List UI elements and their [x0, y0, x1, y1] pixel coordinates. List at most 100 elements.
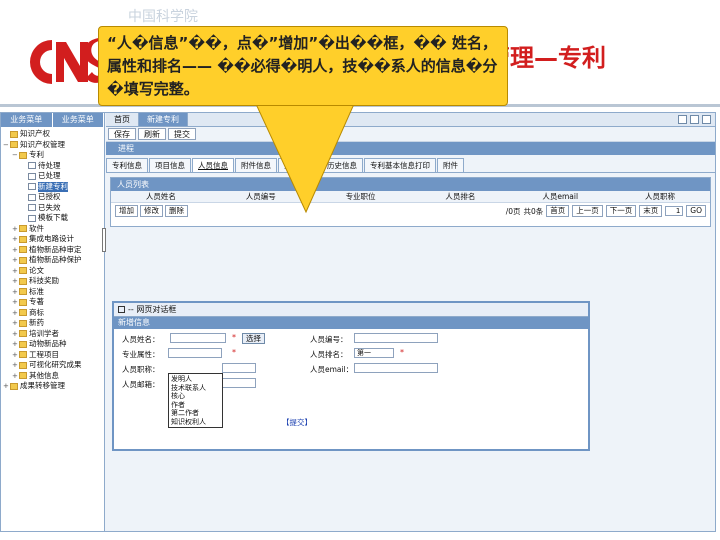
expand-icon[interactable]: + — [12, 245, 19, 256]
number-input[interactable] — [354, 333, 438, 343]
sidebar-item[interactable]: 已处理 — [3, 171, 102, 182]
name-input[interactable] — [170, 333, 226, 343]
submit-button[interactable]: 提交 — [168, 128, 196, 140]
window-icon — [118, 306, 125, 313]
sidebar-item[interactable]: 模板下载 — [3, 213, 102, 224]
title-input[interactable] — [222, 363, 256, 373]
splitter-handle[interactable] — [102, 228, 106, 252]
sidebar-item[interactable]: + 新药 — [3, 318, 102, 329]
restore-icon[interactable] — [690, 115, 699, 124]
sidebar-item[interactable]: + 科技奖励 — [3, 276, 102, 287]
expand-icon[interactable]: + — [12, 255, 19, 266]
sub-tab[interactable]: 人员信息 — [192, 158, 234, 172]
sidebar-item-label: 植物新品种保护 — [29, 255, 82, 264]
sidebar-item[interactable]: + 培训学者 — [3, 329, 102, 340]
sidebar-item[interactable]: 新建专利 — [3, 181, 102, 192]
email-label: 人员email： — [310, 365, 354, 374]
select-button[interactable]: 选择 — [242, 333, 265, 344]
edit-button[interactable]: 修改 — [140, 205, 163, 217]
close-icon[interactable] — [702, 115, 711, 124]
sidebar-item[interactable]: 已授权 — [3, 192, 102, 203]
sidebar-item-label: 软件 — [29, 223, 44, 233]
refresh-button[interactable]: 刷新 — [138, 128, 166, 140]
sidebar-item[interactable]: − 专利 — [3, 150, 102, 161]
go-button[interactable]: GO — [686, 205, 706, 217]
save-button[interactable]: 保存 — [108, 128, 136, 140]
delete-button[interactable]: 删除 — [165, 205, 188, 217]
grid-title: 人员列表 — [111, 178, 710, 191]
folder-icon — [19, 351, 27, 359]
sidebar-item[interactable]: + 集成电路设计 — [3, 234, 102, 245]
sidebar-item[interactable]: 知识产权 — [3, 129, 102, 140]
dropdown-option[interactable]: 技术联系人 — [171, 384, 220, 393]
tab-new-patent[interactable]: 新建专利 — [139, 113, 188, 126]
expand-icon[interactable]: + — [12, 287, 19, 298]
next-page-button[interactable]: 下一页 — [605, 205, 637, 217]
sidebar-item[interactable]: + 植物新品种审定 — [3, 245, 102, 256]
sidebar-item[interactable]: + 可视化研究成果 — [3, 360, 102, 371]
expand-icon[interactable]: + — [12, 360, 19, 371]
folder-icon — [10, 130, 18, 138]
dropdown-option[interactable]: 知识权利人 — [171, 418, 220, 427]
expand-icon[interactable]: + — [12, 329, 19, 340]
dialog-subtitle: 新增信息 — [114, 317, 588, 329]
sidebar-item[interactable]: 待处理 — [3, 161, 102, 172]
expand-icon[interactable]: + — [12, 339, 19, 350]
expand-icon[interactable]: + — [12, 318, 19, 329]
sidebar-item[interactable]: + 植物新品种保护 — [3, 255, 102, 266]
dialog-titlebar: -- 网页对话框 — [114, 303, 588, 317]
expand-icon[interactable]: + — [12, 371, 19, 382]
rank-select[interactable]: 第一 — [354, 348, 394, 358]
sidebar-tab[interactable]: 业务菜单 — [53, 113, 104, 127]
column-header[interactable]: 人员职称 — [610, 191, 710, 202]
dialog-form: 人员姓名： * 选择 人员编号： 专业属性： * 人员排名： 第一 * 人员职称… — [114, 329, 588, 449]
attr-dropdown[interactable]: 发明人 技术联系人 核心 作者 第二作者 知识权利人 — [168, 373, 223, 428]
sidebar-item[interactable]: − 知识产权管理 — [3, 140, 102, 151]
collapse-icon[interactable]: − — [12, 150, 19, 161]
order-input[interactable] — [222, 378, 256, 388]
sub-tab[interactable]: 附件 — [437, 158, 464, 172]
sidebar-item[interactable]: + 成果转移管理 — [3, 381, 102, 392]
column-header[interactable]: 人员排名 — [410, 191, 510, 202]
expand-icon[interactable]: + — [3, 381, 10, 392]
add-button[interactable]: 增加 — [115, 205, 138, 217]
sub-tab[interactable]: 项目信息 — [149, 158, 191, 172]
sub-tab[interactable]: 专利基本信息打印 — [364, 158, 436, 172]
document-icon — [28, 204, 36, 212]
minimize-icon[interactable] — [678, 115, 687, 124]
sidebar-item[interactable]: + 论文 — [3, 266, 102, 277]
dropdown-option[interactable]: 核心 — [171, 392, 220, 401]
expand-icon[interactable]: + — [12, 224, 19, 235]
dropdown-option[interactable]: 发明人 — [171, 375, 220, 384]
sub-tab[interactable]: 专利信息 — [106, 158, 148, 172]
sidebar-item[interactable]: + 专著 — [3, 297, 102, 308]
tab-home[interactable]: 首页 — [106, 113, 139, 126]
expand-icon[interactable]: + — [12, 234, 19, 245]
dropdown-option[interactable]: 第二作者 — [171, 409, 220, 418]
sidebar-item[interactable]: + 动物新品种 — [3, 339, 102, 350]
last-page-button[interactable]: 末页 — [639, 205, 663, 217]
attr-select[interactable] — [168, 348, 222, 358]
sidebar-item[interactable]: + 软件 — [3, 224, 102, 235]
sidebar-item[interactable]: + 商标 — [3, 308, 102, 319]
collapse-icon[interactable]: − — [3, 140, 10, 151]
folder-icon — [19, 246, 27, 254]
sidebar-item[interactable]: 已失效 — [3, 203, 102, 214]
expand-icon[interactable]: + — [12, 350, 19, 361]
expand-icon[interactable]: + — [12, 308, 19, 319]
prev-page-button[interactable]: 上一页 — [572, 205, 603, 217]
first-page-button[interactable]: 首页 — [546, 205, 570, 217]
sidebar-tab[interactable]: 业务菜单 — [1, 113, 53, 127]
submit-link[interactable]: 【提交】 — [282, 417, 312, 428]
dropdown-option[interactable]: 作者 — [171, 401, 220, 410]
expand-icon[interactable]: + — [12, 297, 19, 308]
column-header[interactable]: 人员姓名 — [111, 191, 211, 202]
expand-icon[interactable]: + — [12, 266, 19, 277]
sidebar-item[interactable]: + 标准 — [3, 287, 102, 298]
page-input[interactable]: 1 — [665, 206, 684, 216]
email-input[interactable] — [354, 363, 438, 373]
column-header[interactable]: 人员email — [510, 191, 610, 202]
sidebar-item[interactable]: + 其他信息 — [3, 371, 102, 382]
sidebar-item[interactable]: + 工程项目 — [3, 350, 102, 361]
expand-icon[interactable]: + — [12, 276, 19, 287]
